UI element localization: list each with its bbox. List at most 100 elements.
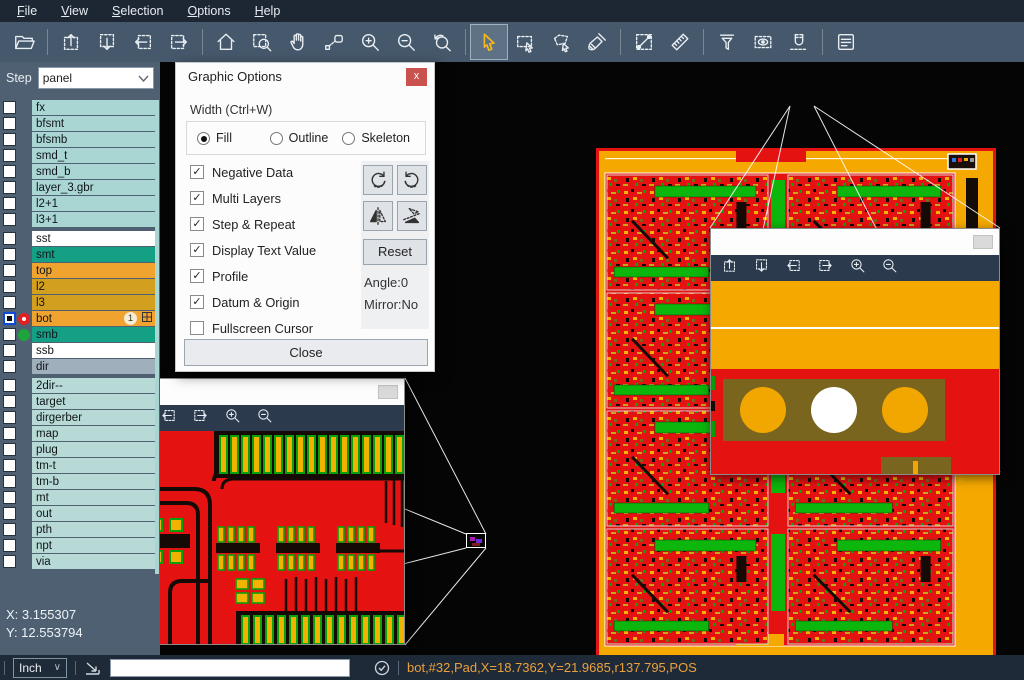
option-profile[interactable]: ✓Profile: [190, 263, 355, 289]
menu-help[interactable]: Help: [244, 0, 292, 22]
layer-checkbox[interactable]: [3, 117, 16, 130]
magnifier2-titlebar[interactable]: [711, 229, 999, 255]
layer-name[interactable]: l2: [32, 279, 155, 294]
log-panel-button[interactable]: [828, 25, 864, 59]
corner-snap-icon[interactable]: [84, 660, 102, 676]
snap-magnet-button[interactable]: [781, 25, 817, 59]
layer-name[interactable]: top: [32, 263, 155, 278]
layer-checkbox[interactable]: [3, 523, 16, 536]
check-circle-icon[interactable]: [374, 660, 390, 676]
checkbox-icon[interactable]: ✓: [190, 217, 204, 231]
rotate-ccw-button[interactable]: [397, 165, 427, 195]
layer-name[interactable]: ssb: [32, 343, 155, 358]
zoom-out-button[interactable]: [388, 25, 424, 59]
radio-fill[interactable]: Fill: [197, 131, 270, 145]
layer-checkbox[interactable]: [3, 264, 16, 277]
menu-selection[interactable]: Selection: [101, 0, 174, 22]
layer-checkbox[interactable]: [3, 248, 16, 261]
step-dropdown[interactable]: panel: [38, 67, 154, 89]
pan-right-button[interactable]: [817, 257, 834, 279]
pan-left-button[interactable]: [785, 257, 802, 279]
layer-checkbox[interactable]: [3, 459, 16, 472]
flip-h-button[interactable]: [363, 201, 393, 231]
magnifier-window-2[interactable]: [710, 228, 1000, 475]
zoom-previous-button[interactable]: [424, 25, 460, 59]
magnifier2-view[interactable]: [711, 281, 999, 474]
select-poly-button[interactable]: [543, 25, 579, 59]
zoom-in-button[interactable]: [849, 257, 866, 279]
layer-name[interactable]: smd_t: [32, 148, 155, 163]
layer-checkbox[interactable]: [3, 475, 16, 488]
layer-checkbox[interactable]: [3, 312, 16, 325]
radio-outline[interactable]: Outline: [270, 131, 343, 145]
layer-checkbox[interactable]: [3, 149, 16, 162]
layer-checkbox[interactable]: [3, 232, 16, 245]
layer-name[interactable]: via: [32, 554, 155, 569]
window-button[interactable]: [973, 235, 993, 249]
zoom-window-button[interactable]: [244, 25, 280, 59]
layer-name[interactable]: fx: [32, 100, 155, 115]
layer-scrollbar[interactable]: [155, 100, 159, 574]
option-display-text-value[interactable]: ✓Display Text Value: [190, 237, 355, 263]
layer-name[interactable]: 2dir--: [32, 378, 155, 393]
layer-checkbox[interactable]: [3, 296, 16, 309]
command-input[interactable]: [110, 659, 350, 677]
pan-right-button[interactable]: [161, 25, 197, 59]
radio-icon[interactable]: [197, 132, 210, 145]
pan-down-button[interactable]: [89, 25, 125, 59]
zoom-out-button[interactable]: [256, 407, 273, 429]
layer-checkbox[interactable]: [3, 395, 16, 408]
layer-checkbox[interactable]: [3, 328, 16, 341]
layer-checkbox[interactable]: [3, 133, 16, 146]
pan-right-button[interactable]: [192, 407, 209, 429]
layer-name[interactable]: tm-t: [32, 458, 155, 473]
pan-left-button[interactable]: [125, 25, 161, 59]
layer-name[interactable]: bot1: [32, 311, 155, 326]
layer-name[interactable]: map: [32, 426, 155, 441]
flip-diag-button[interactable]: [397, 201, 427, 231]
close-icon[interactable]: x: [406, 68, 427, 86]
layer-name[interactable]: layer_3.gbr: [32, 180, 155, 195]
layer-name[interactable]: npt: [32, 538, 155, 553]
layer-checkbox[interactable]: [3, 411, 16, 424]
layer-name[interactable]: dirgerber: [32, 410, 155, 425]
checkbox-icon[interactable]: ✓: [190, 243, 204, 257]
view-eye-button[interactable]: [745, 25, 781, 59]
menu-options[interactable]: Options: [176, 0, 241, 22]
layer-name[interactable]: smt: [32, 247, 155, 262]
layer-checkbox[interactable]: [3, 491, 16, 504]
menu-view[interactable]: View: [50, 0, 99, 22]
layer-checkbox[interactable]: [3, 280, 16, 293]
pan-up-button[interactable]: [53, 25, 89, 59]
move-shape-button[interactable]: [316, 25, 352, 59]
reset-button[interactable]: Reset: [363, 239, 427, 265]
filter-button[interactable]: [709, 25, 745, 59]
layer-name[interactable]: bfsmb: [32, 132, 155, 147]
unit-dropdown[interactable]: Inch ∨: [13, 658, 67, 678]
layer-name[interactable]: dir: [32, 359, 155, 374]
pan-hand-button[interactable]: [280, 25, 316, 59]
pan-left-button[interactable]: [160, 407, 177, 429]
layer-name[interactable]: smd_b: [32, 164, 155, 179]
layer-name[interactable]: tm-b: [32, 474, 155, 489]
layer-checkbox[interactable]: [3, 555, 16, 568]
menu-file[interactable]: File: [6, 0, 48, 22]
clear-brush-button[interactable]: [579, 25, 615, 59]
open-file-button[interactable]: [6, 25, 42, 59]
layer-checkbox[interactable]: [3, 181, 16, 194]
layer-name[interactable]: sst: [32, 231, 155, 246]
select-rect-button[interactable]: [507, 25, 543, 59]
radio-skeleton[interactable]: Skeleton: [342, 131, 415, 145]
radio-icon[interactable]: [342, 132, 355, 145]
layer-checkbox[interactable]: [3, 165, 16, 178]
layer-name[interactable]: mt: [32, 490, 155, 505]
pan-up-button[interactable]: [721, 257, 738, 279]
layer-checkbox[interactable]: [3, 443, 16, 456]
option-multi-layers[interactable]: ✓Multi Layers: [190, 185, 355, 211]
option-datum-origin[interactable]: ✓Datum & Origin: [190, 289, 355, 315]
layer-checkbox[interactable]: [3, 344, 16, 357]
zoom-in-button[interactable]: [224, 407, 241, 429]
layer-checkbox[interactable]: [3, 539, 16, 552]
checkbox-icon[interactable]: [190, 321, 204, 335]
option-step-repeat[interactable]: ✓Step & Repeat: [190, 211, 355, 237]
